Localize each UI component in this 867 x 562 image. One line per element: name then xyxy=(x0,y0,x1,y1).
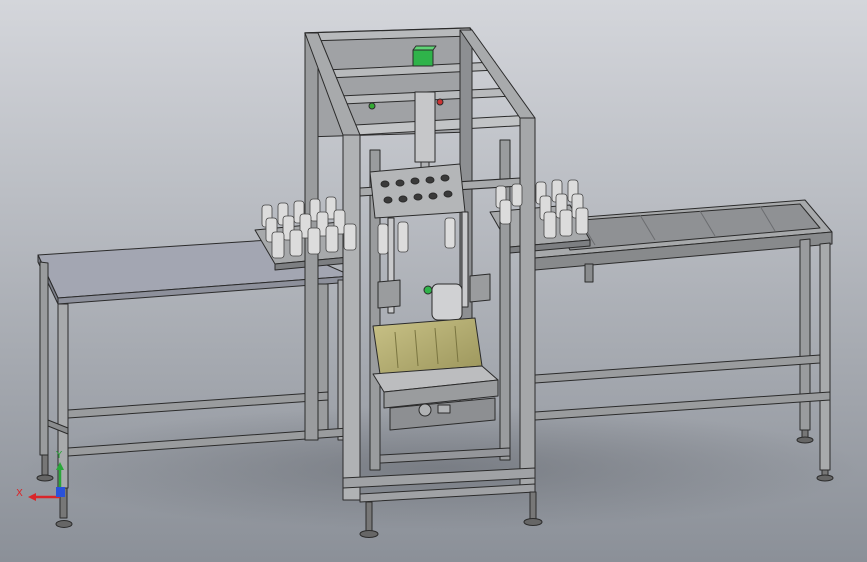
machine-assembly-model[interactable]: X Y xyxy=(0,0,867,562)
clamp-block xyxy=(377,279,401,309)
leveling-foot xyxy=(529,491,537,521)
leveling-foot xyxy=(55,520,73,528)
gripper-hole xyxy=(428,192,438,200)
leveling-foot xyxy=(523,518,543,526)
conveyor-leg xyxy=(584,263,594,283)
leveling-foot xyxy=(41,454,49,476)
indicator-light xyxy=(436,98,444,106)
bottle xyxy=(271,231,285,259)
gripper-hole xyxy=(425,176,435,184)
bottle xyxy=(559,209,573,237)
bottle xyxy=(575,207,589,235)
gripper-hole xyxy=(410,177,420,185)
gripper-hole xyxy=(443,190,453,198)
clamp-block xyxy=(469,273,491,303)
cad-viewport[interactable]: X Y xyxy=(0,0,867,562)
bottle xyxy=(307,227,321,255)
indicator-light xyxy=(368,102,376,110)
bottle xyxy=(543,211,557,239)
frame-post xyxy=(342,134,361,501)
leveling-foot xyxy=(365,501,373,533)
bottle xyxy=(325,225,339,253)
left-table-leg xyxy=(317,283,329,431)
gripper-hole xyxy=(383,196,393,204)
conveyor-leg xyxy=(819,242,831,471)
bottle xyxy=(289,229,303,257)
bottle xyxy=(511,183,523,207)
triad-y-label: Y xyxy=(55,450,63,461)
pneumatic-fitting xyxy=(418,403,432,417)
frame-post xyxy=(519,117,536,491)
bottle xyxy=(397,221,409,253)
green-control-box[interactable] xyxy=(412,49,434,67)
gripper-hole xyxy=(380,180,390,188)
bottle xyxy=(444,217,456,249)
green-valve[interactable] xyxy=(423,285,433,295)
gripper-hole xyxy=(413,193,423,201)
z-axis-marker xyxy=(56,487,65,497)
leveling-foot xyxy=(796,436,814,444)
leveling-foot xyxy=(36,474,54,482)
guide-rod xyxy=(461,211,469,308)
gripper-hole xyxy=(440,174,450,182)
bottle xyxy=(499,199,512,225)
yellow-bottle-tray xyxy=(372,317,483,375)
leveling-foot xyxy=(359,530,379,538)
drive-motor xyxy=(431,283,463,321)
gripper-hole xyxy=(395,179,405,187)
gripper-hole xyxy=(398,195,408,203)
bottle xyxy=(377,223,389,255)
leveling-foot xyxy=(816,474,834,482)
green-control-box-top xyxy=(412,45,437,51)
triad-x-label: X xyxy=(16,488,23,499)
left-table-leg xyxy=(39,261,49,456)
pneumatic-cylinder xyxy=(414,91,436,163)
bottle xyxy=(343,223,357,251)
pneumatic-fitting xyxy=(437,404,451,414)
